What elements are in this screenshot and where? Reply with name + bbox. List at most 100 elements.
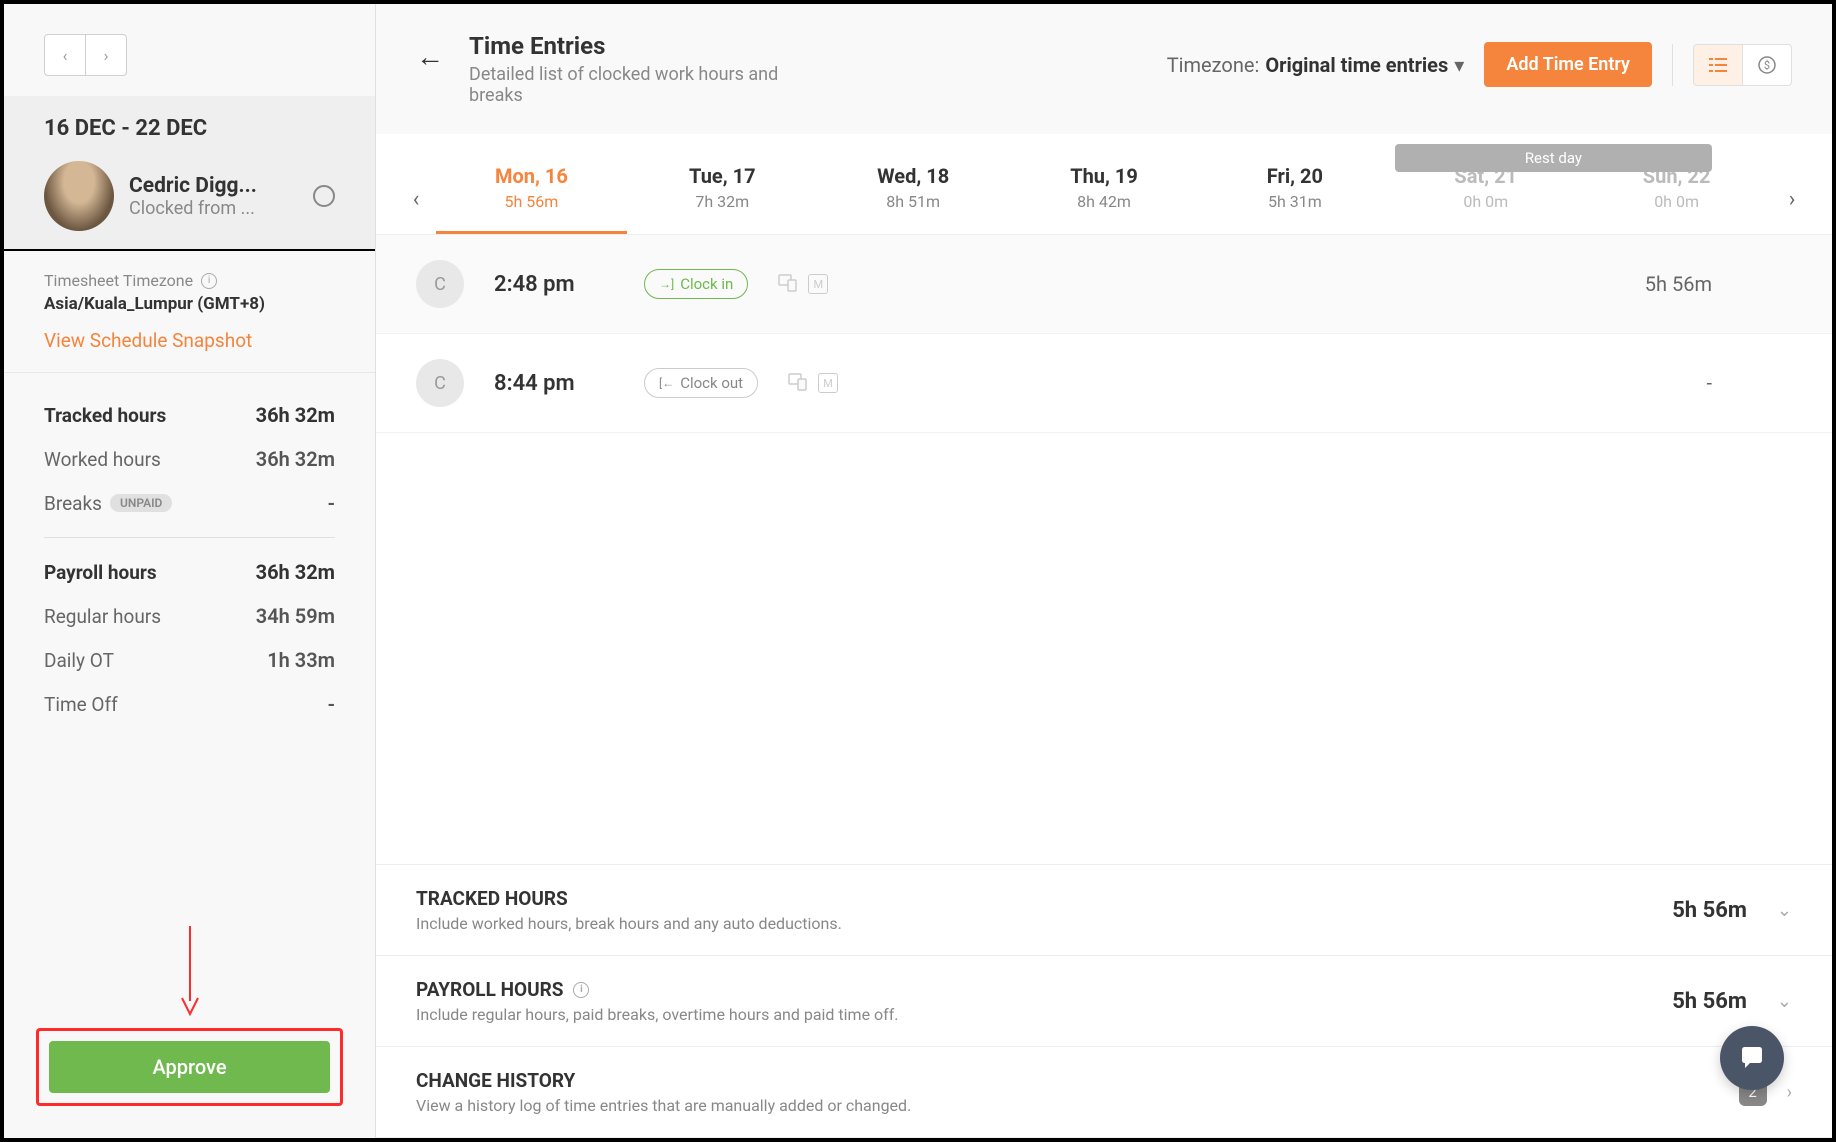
prev-week-button[interactable]: ‹ <box>44 34 86 76</box>
tracked-hours-label: Tracked hours <box>44 404 166 427</box>
next-week-button[interactable]: › <box>85 34 127 76</box>
list-icon <box>1709 57 1727 73</box>
approve-highlight: Approve <box>36 1028 343 1106</box>
tracked-hours-section[interactable]: TRACKED HOURS Include worked hours, brea… <box>376 865 1832 956</box>
entry-avatar: C <box>416 359 464 407</box>
timeoff-value: - <box>328 692 335 716</box>
entry-row[interactable]: C 8:44 pm [←Clock out M - <box>376 334 1832 433</box>
stats-panel: Tracked hours 36h 32m Worked hours 36h 3… <box>4 373 375 746</box>
approve-wrap: Approve <box>4 996 375 1138</box>
entry-time: 8:44 pm <box>494 371 614 396</box>
payroll-hours-value: 36h 32m <box>256 560 335 584</box>
week-nav: ‹ › <box>4 4 375 96</box>
user-select-radio[interactable] <box>313 185 335 207</box>
annotation-arrow-icon <box>180 926 200 1016</box>
payroll-hours-section[interactable]: PAYROLL HOURS i Include regular hours, p… <box>376 956 1832 1047</box>
timezone-label: Timesheet Timezone i <box>44 271 335 290</box>
days-header: Rest day ‹ Mon, 16 5h 56mTue, 17 7h 32mWed… <box>376 134 1832 235</box>
user-avatar <box>44 161 114 231</box>
main-content: ← Time Entries Detailed list of clocked … <box>376 4 1832 1138</box>
chevron-right-icon[interactable]: › <box>1787 1082 1792 1103</box>
payroll-section-value: 5h 56m <box>1672 989 1747 1014</box>
chevron-down-icon[interactable]: ⌄ <box>1777 991 1792 1012</box>
breaks-label: Breaks UNPAID <box>44 492 172 515</box>
worked-hours-value: 36h 32m <box>256 447 335 471</box>
divider <box>44 537 335 538</box>
regular-hours-label: Regular hours <box>44 605 161 628</box>
day-hours: 5h 56m <box>436 192 627 211</box>
day-hours: 8h 42m <box>1009 192 1200 211</box>
day-tab-5[interactable]: Sat, 210h 0m <box>1390 164 1581 234</box>
day-name: Tue, 17 <box>627 164 818 188</box>
payroll-section-title: PAYROLL HOURS i <box>416 978 1672 1001</box>
svg-text:$: $ <box>1764 59 1770 72</box>
entry-duration: - <box>1706 371 1712 395</box>
day-name: Wed, 18 <box>818 164 1009 188</box>
cost-view-button[interactable]: $ <box>1742 44 1792 86</box>
clock-out-badge: [←Clock out <box>644 368 758 398</box>
user-row[interactable]: Cedric Digg... Clocked from ... <box>4 151 375 251</box>
next-day-button[interactable]: › <box>1772 187 1812 212</box>
chevron-down-icon[interactable]: ⌄ <box>1777 900 1792 921</box>
day-hours: 7h 32m <box>627 192 818 211</box>
header-text: Time Entries Detailed list of clocked wo… <box>469 32 1142 106</box>
entry-avatar: C <box>416 260 464 308</box>
history-section-desc: View a history log of time entries that … <box>416 1096 1739 1115</box>
day-tab-2[interactable]: Wed, 18 8h 51m <box>818 164 1009 234</box>
page-subtitle: Detailed list of clocked work hours and … <box>469 64 829 106</box>
tracked-hours-value: 36h 32m <box>256 403 335 427</box>
date-range: 16 DEC - 22 DEC <box>4 96 375 151</box>
device-icon <box>778 274 798 292</box>
summary-sections: TRACKED HOURS Include worked hours, brea… <box>376 864 1832 1138</box>
info-icon[interactable]: i <box>573 982 589 998</box>
header-actions: Timezone: Original time entries ▾ Add Ti… <box>1167 42 1792 87</box>
info-icon[interactable]: i <box>201 273 217 289</box>
page-title: Time Entries <box>469 32 1142 60</box>
day-tab-3[interactable]: Thu, 198h 42m <box>1009 164 1200 234</box>
day-tab-6[interactable]: Sun, 220h 0m <box>1581 164 1772 234</box>
user-status: Clocked from ... <box>129 198 298 219</box>
history-section-title: CHANGE HISTORY <box>416 1069 1739 1092</box>
breaks-value: - <box>328 491 335 515</box>
approve-button[interactable]: Approve <box>49 1041 330 1093</box>
view-toggle: $ <box>1672 44 1792 86</box>
tracked-section-value: 5h 56m <box>1672 898 1747 923</box>
manual-icon: M <box>818 373 838 393</box>
day-tab-0[interactable]: Mon, 16 5h 56m <box>436 164 627 234</box>
entry-duration: 5h 56m <box>1645 272 1712 296</box>
day-tab-4[interactable]: Fri, 205h 31m <box>1199 164 1390 234</box>
rest-day-badge: Rest day <box>1395 144 1712 172</box>
device-icon <box>788 373 808 391</box>
day-tab-1[interactable]: Tue, 17 7h 32m <box>627 164 818 234</box>
timezone-selector[interactable]: Timezone: Original time entries ▾ <box>1167 53 1465 77</box>
dollar-icon: $ <box>1757 55 1777 75</box>
unpaid-badge: UNPAID <box>110 494 172 512</box>
entries-list: C2:48 pm→]Clock inM5h 56mC8:44 pm[←Clock… <box>376 235 1832 864</box>
timeoff-label: Time Off <box>44 693 118 716</box>
day-hours: 8h 51m <box>818 192 1009 211</box>
header: ← Time Entries Detailed list of clocked … <box>376 4 1832 134</box>
back-arrow-icon[interactable]: ← <box>416 40 444 73</box>
chat-fab[interactable] <box>1720 1026 1784 1090</box>
daily-ot-value: 1h 33m <box>267 648 335 672</box>
entry-meta-icons: M <box>778 274 828 294</box>
payroll-hours-label: Payroll hours <box>44 561 157 584</box>
sidebar: ‹ › 16 DEC - 22 DEC Cedric Digg... Clock… <box>4 4 376 1138</box>
change-history-section[interactable]: CHANGE HISTORY View a history log of tim… <box>376 1047 1832 1138</box>
list-view-button[interactable] <box>1693 44 1743 86</box>
add-time-entry-button[interactable]: Add Time Entry <box>1484 42 1652 87</box>
entry-row[interactable]: C2:48 pm→]Clock inM5h 56m <box>376 235 1832 334</box>
regular-hours-value: 34h 59m <box>256 604 335 628</box>
clock-in-badge: →]Clock in <box>644 269 748 299</box>
day-hours: 0h 0m <box>1581 192 1772 211</box>
timezone-section: Timesheet Timezone i Asia/Kuala_Lumpur (… <box>4 251 375 373</box>
tracked-section-title: TRACKED HOURS <box>416 887 1672 910</box>
user-info: Cedric Digg... Clocked from ... <box>129 174 298 219</box>
manual-icon: M <box>808 274 828 294</box>
prev-day-button[interactable]: ‹ <box>396 187 436 212</box>
chevron-down-icon: ▾ <box>1454 53 1464 77</box>
daily-ot-label: Daily OT <box>44 649 114 672</box>
schedule-snapshot-link[interactable]: View Schedule Snapshot <box>44 329 335 352</box>
day-name: Mon, 16 <box>436 164 627 188</box>
entry-meta-icons: M <box>788 373 838 393</box>
